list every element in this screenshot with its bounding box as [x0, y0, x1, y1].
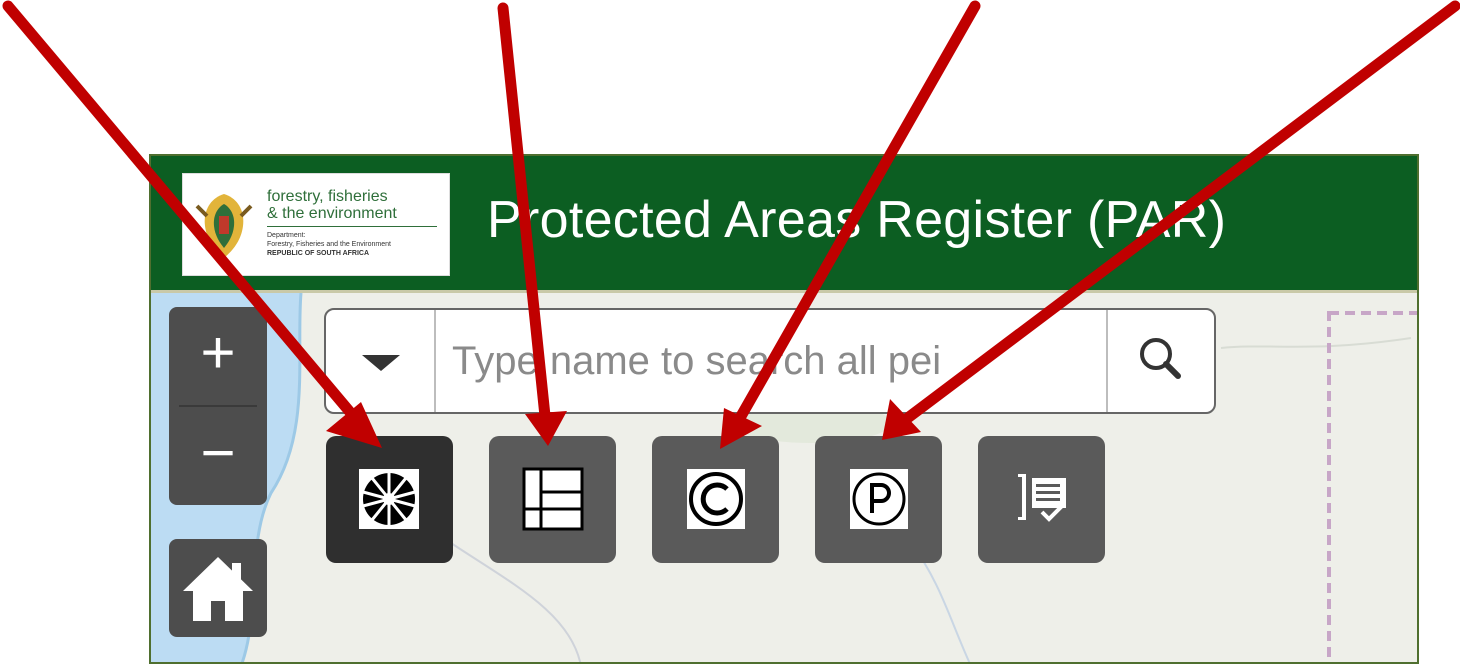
search-input[interactable] [450, 330, 1094, 392]
basemap-gallery-icon [359, 469, 419, 529]
app-title: Protected Areas Register (PAR) [487, 191, 1227, 249]
app-header: forestry, fisheries & the environment De… [151, 156, 1417, 293]
logo-line-3: Department: [267, 232, 306, 239]
map-view[interactable]: + − [151, 293, 1417, 662]
search-icon [1140, 338, 1181, 379]
list-check-icon [1018, 474, 1066, 522]
logo-divider [267, 226, 437, 227]
zoom-in-button[interactable]: + [169, 307, 267, 405]
basemap-gallery-button[interactable] [326, 436, 453, 563]
home-icon [183, 557, 253, 621]
legend-button[interactable] [978, 436, 1105, 563]
caret-down-icon [362, 355, 400, 371]
search-source-dropdown[interactable] [326, 310, 436, 412]
department-logo: forestry, fisheries & the environment De… [182, 173, 450, 276]
logo-line-1: forestry, fisheries [267, 188, 388, 205]
logo-line-4: Forestry, Fisheries and the Environment [267, 241, 391, 248]
copyright-button[interactable] [652, 436, 779, 563]
home-button[interactable] [169, 539, 267, 637]
zoom-control: + − [169, 307, 267, 505]
zoom-out-button[interactable]: − [169, 407, 267, 505]
copyright-icon [687, 469, 745, 529]
layer-list-button[interactable] [489, 436, 616, 563]
search-button[interactable] [1106, 310, 1214, 412]
app-window: forestry, fisheries & the environment De… [149, 154, 1419, 664]
coat-of-arms-icon [195, 194, 253, 258]
logo-line-2: & the environment [267, 205, 397, 222]
p-circle-icon [850, 469, 908, 529]
logo-line-5: REPUBLIC OF SOUTH AFRICA [267, 250, 370, 257]
p-circle-button[interactable] [815, 436, 942, 563]
layer-list-icon [522, 467, 584, 531]
search-widget [324, 308, 1216, 414]
